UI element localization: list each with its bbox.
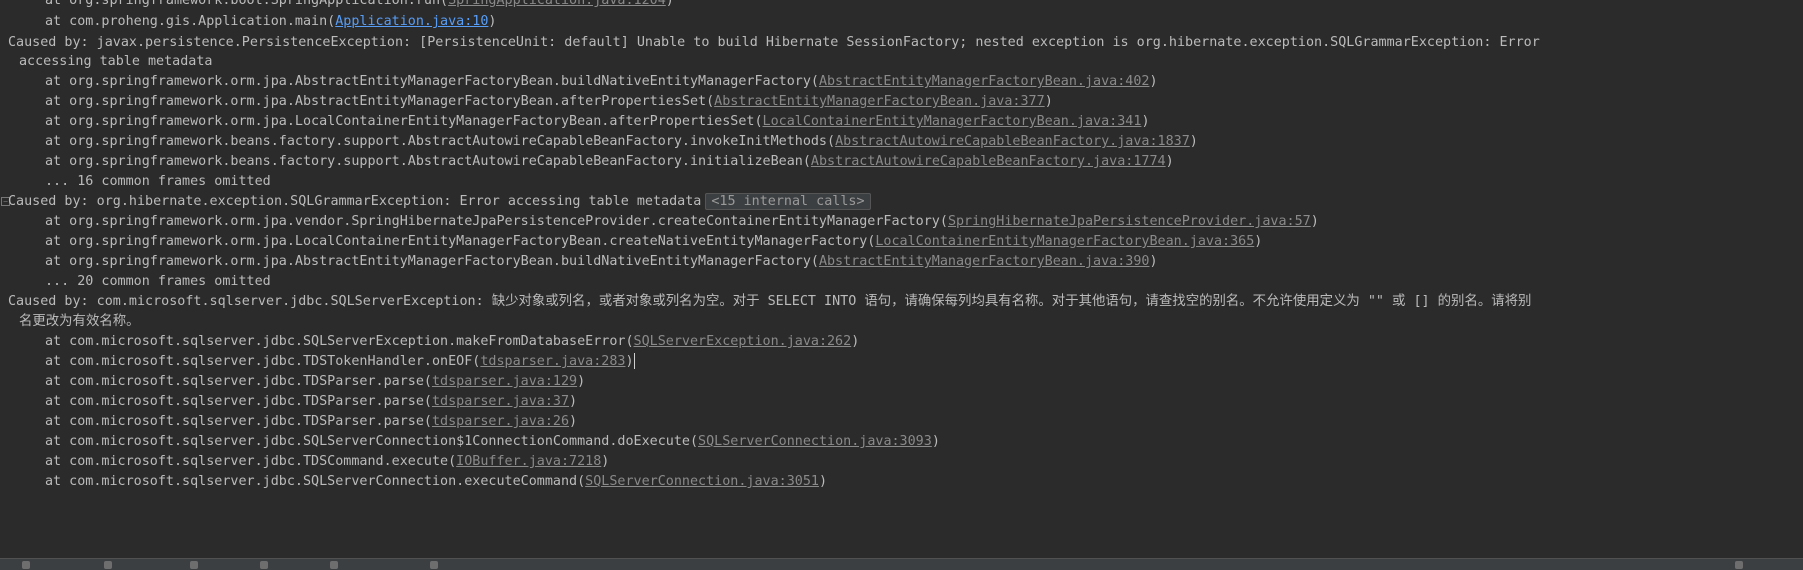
console-output[interactable]: at org.springframework.boot.SpringApplic… <box>0 0 1803 559</box>
frame-close: ) <box>1044 94 1053 109</box>
internal-calls-fold[interactable]: <15 internal calls> <box>705 193 871 210</box>
source-link[interactable]: SQLServerConnection.java:3051 <box>585 474 819 489</box>
frame-close: ) <box>488 14 497 29</box>
frame-method: at com.microsoft.sqlserver.jdbc.SQLServe… <box>45 334 634 349</box>
frame-method: at com.proheng.gis.Application.main( <box>45 14 336 29</box>
frame-method: at com.microsoft.sqlserver.jdbc.TDSToken… <box>45 354 481 369</box>
frame-method: at org.springframework.orm.jpa.LocalCont… <box>45 114 763 129</box>
tool-window-icon <box>260 561 268 569</box>
source-link[interactable]: AbstractEntityManagerFactoryBean.java:40… <box>819 74 1150 89</box>
caused-by-text: Caused by: org.hibernate.exception.SQLGr… <box>8 194 702 209</box>
frame-method: at org.springframework.orm.jpa.AbstractE… <box>45 74 819 89</box>
frame-method: at com.microsoft.sqlserver.jdbc.TDSParse… <box>45 414 432 429</box>
frame-close: ) <box>601 454 610 469</box>
frame-method: at org.springframework.orm.jpa.vendor.Sp… <box>45 214 948 229</box>
source-link[interactable]: tdsparser.java:129 <box>432 374 577 389</box>
frame-method: at org.springframework.boot.SpringApplic… <box>45 0 449 8</box>
frame-close: ) <box>1189 134 1198 149</box>
source-link[interactable]: AbstractEntityManagerFactoryBean.java:37… <box>714 94 1045 109</box>
frame-method: at org.springframework.beans.factory.sup… <box>45 154 811 169</box>
text-caret <box>633 353 635 369</box>
tool-window-icon <box>190 561 198 569</box>
frame-close: ) <box>569 414 578 429</box>
tool-window-icon <box>22 561 30 569</box>
frame-method: at org.springframework.orm.jpa.AbstractE… <box>45 94 715 109</box>
frame-close: ) <box>665 0 674 8</box>
frame-close: ) <box>1149 254 1158 269</box>
frame-close: ) <box>1310 214 1319 229</box>
frame-close: ) <box>931 434 940 449</box>
tool-window-icon <box>104 561 112 569</box>
source-link[interactable]: tdsparser.java:37 <box>432 394 569 409</box>
frame-method: at com.microsoft.sqlserver.jdbc.TDSComma… <box>45 454 457 469</box>
source-link[interactable]: SpringHibernateJpaPersistenceProvider.ja… <box>948 214 1311 229</box>
source-link[interactable]: tdsparser.java:283 <box>480 354 625 369</box>
status-bar <box>0 558 1803 570</box>
source-link[interactable]: tdsparser.java:26 <box>432 414 569 429</box>
tool-window-icon <box>430 561 438 569</box>
source-link[interactable]: AbstractAutowireCapableBeanFactory.java:… <box>811 154 1166 169</box>
frame-method: at com.microsoft.sqlserver.jdbc.SQLServe… <box>45 434 699 449</box>
tool-window-icon <box>330 561 338 569</box>
frame-close: ) <box>1141 114 1150 129</box>
source-link[interactable]: SQLServerConnection.java:3093 <box>698 434 932 449</box>
source-link[interactable]: SQLServerException.java:262 <box>634 334 852 349</box>
frame-close: ) <box>625 354 634 369</box>
frame-method: at org.springframework.orm.jpa.LocalCont… <box>45 234 876 249</box>
frame-method: at com.microsoft.sqlserver.jdbc.TDSParse… <box>45 394 432 409</box>
stack-frame: at com.proheng.gis.Application.main(Appl… <box>45 10 496 33</box>
frame-method: at com.microsoft.sqlserver.jdbc.SQLServe… <box>45 474 586 489</box>
frame-close: ) <box>818 474 828 489</box>
frame-close: ) <box>1254 234 1263 249</box>
frame-method: at org.springframework.beans.factory.sup… <box>45 134 836 149</box>
stack-frame: at com.microsoft.sqlserver.jdbc.SQLServe… <box>45 470 827 493</box>
source-link[interactable]: SpringApplication.java:1204 <box>448 0 666 8</box>
caused-by-line: Caused by: com.microsoft.sqlserver.jdbc.… <box>8 294 1532 309</box>
frame-close: ) <box>569 394 578 409</box>
caused-by-line: Caused by: javax.persistence.Persistence… <box>8 35 1540 50</box>
source-link[interactable]: AbstractAutowireCapableBeanFactory.java:… <box>835 134 1190 149</box>
frame-close: ) <box>577 374 586 389</box>
frame-close: ) <box>851 334 860 349</box>
frame-method: at com.microsoft.sqlserver.jdbc.TDSParse… <box>45 374 432 389</box>
event-log-icon <box>1735 561 1743 569</box>
frame-close: ) <box>1149 74 1158 89</box>
source-link[interactable]: AbstractEntityManagerFactoryBean.java:39… <box>819 254 1150 269</box>
source-link[interactable]: LocalContainerEntityManagerFactoryBean.j… <box>763 114 1142 129</box>
frame-close: ) <box>1165 154 1174 169</box>
source-link[interactable]: Application.java:10 <box>335 14 488 29</box>
frame-method: at org.springframework.orm.jpa.AbstractE… <box>45 254 819 269</box>
source-link[interactable]: LocalContainerEntityManagerFactoryBean.j… <box>875 234 1254 249</box>
source-link[interactable]: IOBuffer.java:7218 <box>456 454 601 469</box>
